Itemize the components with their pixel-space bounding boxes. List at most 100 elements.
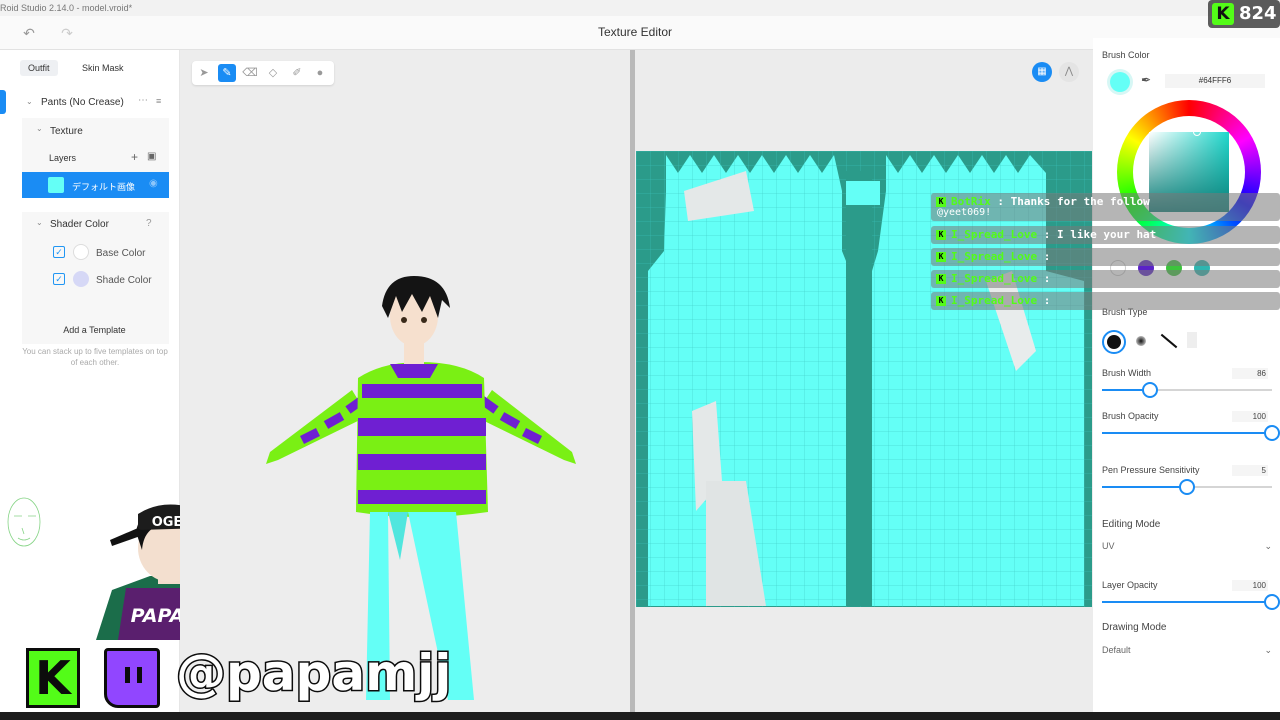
mirror-toggle-icon[interactable]: ⋀ [1059, 62, 1079, 82]
base-color-swatch[interactable] [73, 244, 89, 260]
add-layer-icon[interactable]: + [131, 150, 138, 164]
window-titlebar: Roid Studio 2.14.0 - model.vroid* [0, 0, 1280, 16]
chat-username: I_Spread_Love [951, 272, 1038, 285]
brush-type-texture[interactable] [1187, 332, 1197, 348]
blur-tool-icon[interactable]: ● [311, 64, 329, 82]
viewer-counter: K 824 [1208, 0, 1280, 28]
cap-text: OGER [152, 515, 180, 530]
layer-opacity-slider[interactable] [1102, 594, 1280, 610]
stream-branding: K @papamjj [0, 640, 470, 712]
sidebar-selection-accent [0, 90, 6, 114]
pen-tool-icon[interactable]: ✎ [218, 64, 236, 82]
brush-color-hex[interactable]: #64FFF6 [1165, 74, 1265, 88]
os-taskbar[interactable] [0, 712, 1280, 720]
brush-opacity-label: Brush Opacity [1102, 411, 1159, 421]
tab-outfit[interactable]: Outfit [20, 60, 58, 76]
layer-name: デフォルト画像 [72, 182, 136, 192]
shirt-text: PAPAMJJ [131, 605, 180, 627]
brush-width-slider[interactable] [1102, 382, 1272, 398]
brush-opacity-slider[interactable] [1102, 425, 1280, 441]
right-panel: Brush Color ✒ #64FFF6 Brush Type Brush W… [1093, 38, 1280, 712]
shader-label: Shader Color [50, 219, 109, 230]
kick-logo-icon: K [1212, 3, 1234, 25]
face-tracking-icon [7, 497, 41, 547]
brush-type-hard[interactable] [1102, 330, 1126, 354]
stream-chat-overlay: K BotRix : Thanks for the follow @yeet069… [931, 193, 1280, 313]
color-picker-handle[interactable] [1193, 128, 1201, 136]
layer-thumbnail [48, 177, 64, 193]
fill-tool-icon[interactable]: ◇ [264, 64, 282, 82]
page-title: Texture Editor [597, 25, 673, 39]
chevron-down-icon[interactable]: ⌄ [26, 97, 33, 106]
uv-texture-canvas[interactable]: ▦ ⋀ [635, 50, 1093, 720]
shade-color-checkbox[interactable]: ✓ [53, 273, 65, 285]
visibility-icon[interactable]: ◉ [149, 178, 158, 189]
brush-color-swatch[interactable] [1110, 72, 1130, 92]
chevron-down-icon[interactable]: ⌄ [36, 124, 43, 133]
item-title: Pants (No Crease) [41, 97, 124, 108]
chat-message: K I_Spread_Love : [931, 270, 1280, 288]
brush-opacity-value[interactable]: 100 [1232, 411, 1268, 422]
editing-mode-value: UV [1102, 541, 1115, 551]
brush-type-soft[interactable] [1136, 336, 1146, 346]
kick-badge-icon: K [936, 296, 946, 306]
layers-label: Layers [49, 153, 77, 163]
more-icon[interactable]: ⋯ [138, 95, 148, 106]
pen-pressure-slider[interactable] [1102, 479, 1272, 495]
layer-opacity-value[interactable]: 100 [1232, 580, 1268, 591]
chat-text: I like your hat [1056, 228, 1157, 241]
kick-badge-icon: K [936, 274, 946, 284]
tab-skin-mask[interactable]: Skin Mask [74, 60, 132, 76]
brush-type-line[interactable] [1160, 333, 1178, 349]
window-title: Roid Studio 2.14.0 - model.vroid* [0, 3, 133, 13]
texture-label: Texture [50, 126, 83, 137]
select-tool-icon[interactable]: ➤ [195, 64, 213, 82]
chat-username: I_Spread_Love [951, 228, 1038, 241]
layer-item-default[interactable]: デフォルト画像 ◉ [22, 172, 169, 198]
base-color-label: Base Color [96, 248, 146, 259]
eyedropper-icon[interactable]: ✒ [1141, 73, 1151, 87]
chat-text-continued: @yeet069! [937, 207, 992, 218]
chat-username: I_Spread_Love [951, 250, 1038, 263]
twitch-logo-icon [104, 648, 160, 708]
picker-tool-icon[interactable]: ✐ [288, 64, 306, 82]
outfit-tabs: Outfit Skin Mask [20, 60, 170, 76]
grid-toggle-icon[interactable]: ▦ [1032, 62, 1052, 82]
editing-mode-label: Editing Mode [1102, 519, 1161, 530]
eraser-tool-icon[interactable]: ⌫ [241, 64, 259, 82]
pen-pressure-label: Pen Pressure Sensitivity [1102, 465, 1200, 475]
brush-width-value[interactable]: 86 [1232, 368, 1268, 379]
help-icon[interactable]: ? [146, 218, 152, 229]
drawing-mode-value: Default [1102, 645, 1131, 655]
tool-palette: ➤ ✎ ⌫ ◇ ✐ ● [192, 61, 334, 85]
layer-opacity-label: Layer Opacity [1102, 580, 1158, 590]
chevron-down-icon: ⌄ [1264, 645, 1272, 655]
viewer-count: 824 [1239, 3, 1277, 24]
editor-header: ↶ ↷ Texture Editor [0, 16, 1280, 50]
kick-badge-icon: K [936, 252, 946, 262]
kick-logo-icon: K [26, 648, 80, 708]
editing-mode-select[interactable]: UV ⌄ [1102, 541, 1272, 551]
brush-width-label: Brush Width [1102, 368, 1152, 378]
drawing-mode-select[interactable]: Default ⌄ [1102, 645, 1272, 655]
left-panel: Outfit Skin Mask ⌄ Pants (No Crease) ⋯ ≡… [0, 50, 180, 720]
image-icon[interactable]: ▣ [147, 151, 156, 162]
base-color-checkbox[interactable]: ✓ [53, 246, 65, 258]
chevron-down-icon[interactable]: ⌄ [36, 218, 43, 227]
shade-color-swatch[interactable] [73, 271, 89, 287]
chat-message: K I_Spread_Love : [931, 292, 1280, 310]
pen-pressure-value[interactable]: 5 [1232, 465, 1268, 476]
kick-badge-icon: K [936, 230, 946, 240]
chat-message: K I_Spread_Love : [931, 248, 1280, 266]
shade-color-label: Shade Color [96, 275, 152, 286]
template-hint: You can stack up to five templates on to… [22, 347, 168, 367]
settings-icon[interactable]: ≡ [156, 96, 161, 106]
model-viewport[interactable]: ➤ ✎ ⌫ ◇ ✐ ● [180, 50, 630, 720]
chat-text: Thanks for the follow [1010, 195, 1150, 208]
chevron-down-icon: ⌄ [1264, 541, 1272, 551]
add-template-label: Add a Template [63, 325, 126, 335]
streamer-handle: @papamjj [174, 643, 452, 704]
kick-badge-icon: K [936, 197, 946, 207]
brush-color-label: Brush Color [1102, 50, 1150, 60]
drawing-mode-label: Drawing Mode [1102, 622, 1167, 633]
